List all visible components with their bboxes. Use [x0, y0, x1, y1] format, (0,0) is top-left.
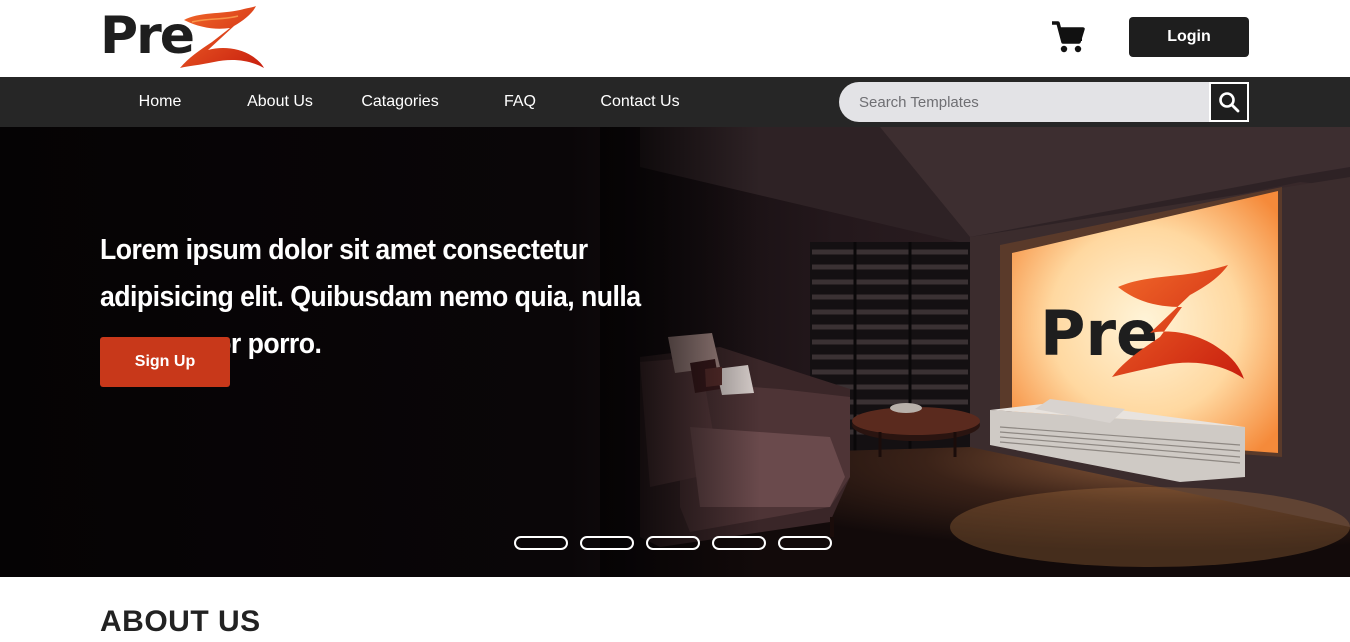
hero-carousel: Pre Lorem ipsum dolor sit amet consectet…	[0, 127, 1350, 577]
search-bar	[839, 82, 1249, 122]
carousel-dot-2[interactable]	[580, 536, 634, 550]
carousel-dot-1[interactable]	[514, 536, 568, 550]
cart-button[interactable]	[1050, 20, 1086, 54]
nav-item-faq[interactable]: FAQ	[495, 77, 545, 127]
carousel-dot-5[interactable]	[778, 536, 832, 550]
login-button[interactable]: Login	[1129, 17, 1249, 57]
search-button[interactable]	[1209, 82, 1249, 122]
prez-logo[interactable]: Pre	[100, 6, 265, 68]
search-icon	[1219, 92, 1240, 113]
about-us-heading: ABOUT US	[100, 605, 261, 638]
nav-item-home[interactable]: Home	[130, 77, 190, 127]
search-input[interactable]	[839, 82, 1209, 122]
carousel-dot-3[interactable]	[646, 536, 700, 550]
sign-up-button[interactable]: Sign Up	[100, 337, 230, 387]
site-header: Pre Login	[0, 0, 1350, 77]
main-nav: Home About Us Catagories FAQ Contact Us	[0, 77, 1350, 127]
logo-z-flame-icon	[180, 6, 264, 68]
nav-item-about-us[interactable]: About Us	[240, 77, 320, 127]
carousel-dot-4[interactable]	[712, 536, 766, 550]
nav-item-contact-us[interactable]: Contact Us	[595, 77, 685, 127]
shopping-cart-icon	[1052, 21, 1085, 53]
nav-item-categories[interactable]: Catagories	[355, 77, 445, 127]
